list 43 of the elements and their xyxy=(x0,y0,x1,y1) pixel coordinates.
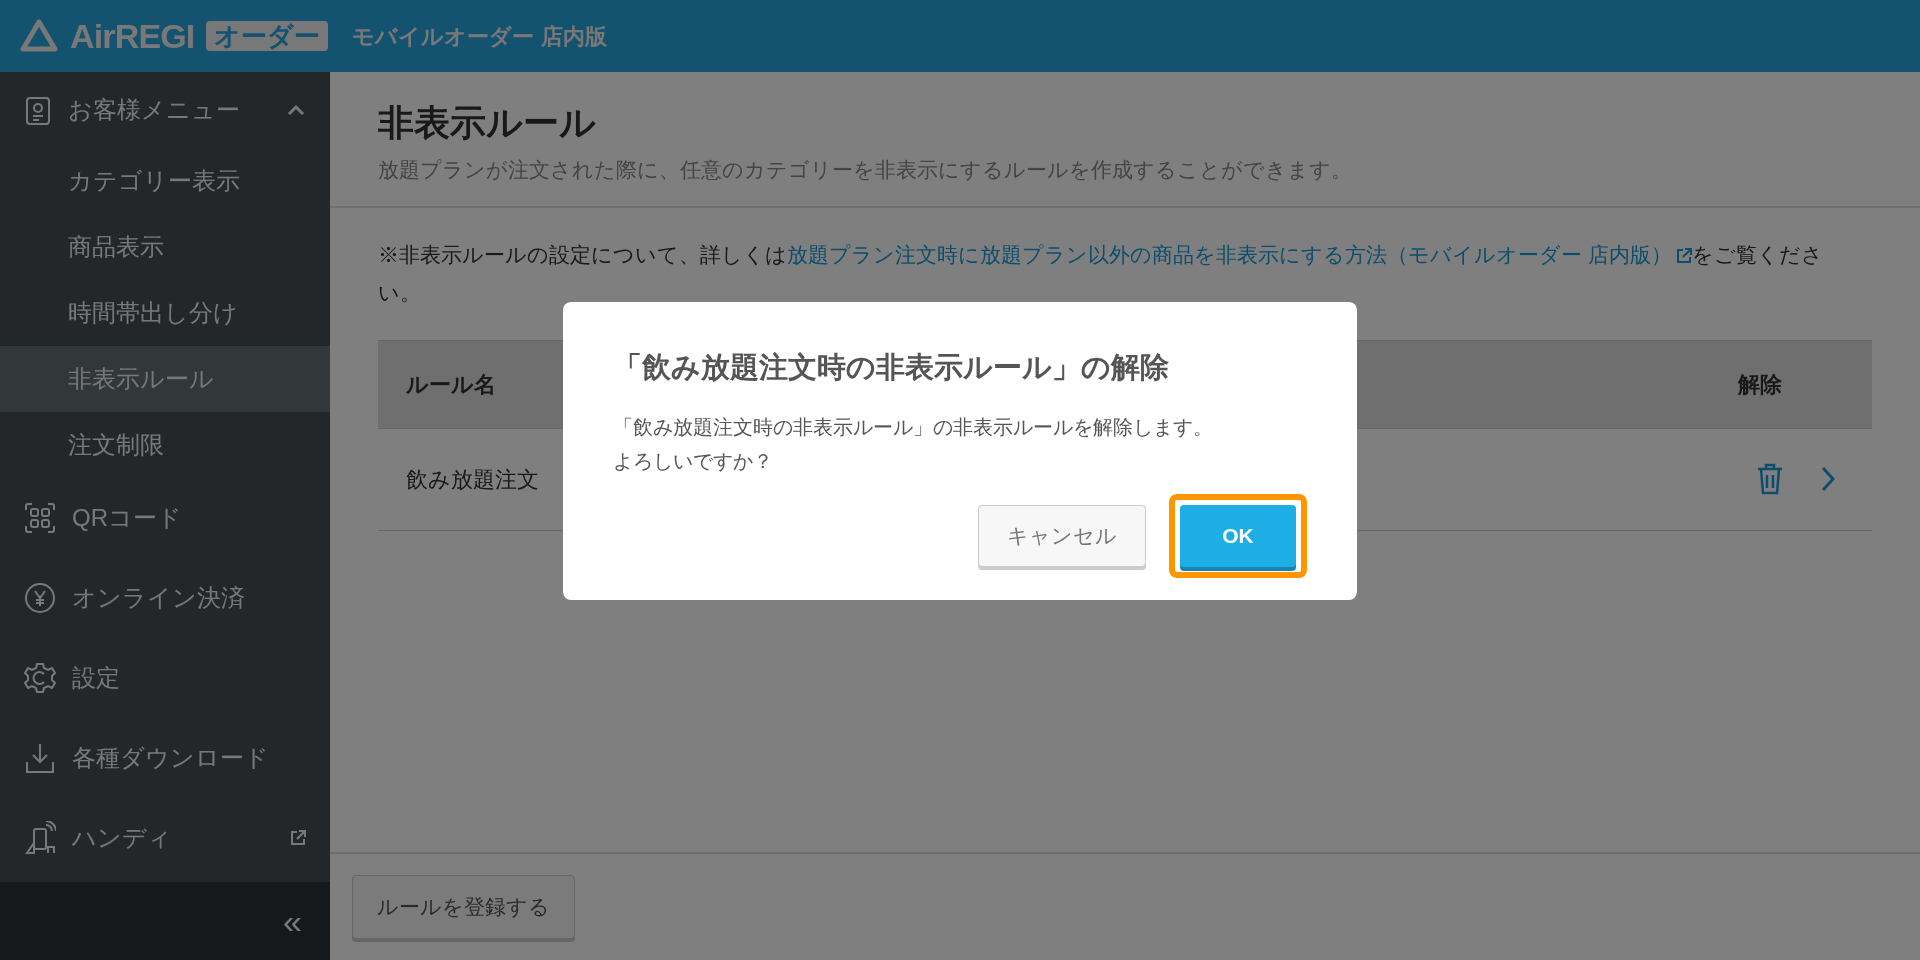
settings-icon xyxy=(24,662,56,694)
sidebar-group-label: お客様メニュー xyxy=(68,95,241,125)
dialog-title: 「飲み放題注文時の非表示ルール」の解除 xyxy=(613,350,1170,385)
sidebar-item-label: ハンディ xyxy=(72,823,173,853)
external-link-icon xyxy=(1675,247,1692,264)
page-subtitle: 放題プランが注文された際に、任意のカテゴリーを非表示にするルールを作成することができます。 xyxy=(378,157,1353,183)
chevron-right-icon[interactable] xyxy=(1820,465,1836,493)
product-name: モバイルオーダー 店内版 xyxy=(352,22,607,51)
sidebar-item[interactable]: ハンディ xyxy=(0,798,330,878)
page-title: 非表示ルール xyxy=(378,101,597,145)
sidebar-item-label: 設定 xyxy=(72,663,121,693)
dialog-message: よろしいですか？ xyxy=(613,448,774,474)
sidebar-group[interactable]: お客様メニュー xyxy=(0,72,330,148)
trash-icon[interactable] xyxy=(1756,462,1784,496)
logo-badge: オーダー xyxy=(206,21,329,51)
column-header: ルール名 xyxy=(406,370,496,399)
table-cell-text: 飲み放題注文 xyxy=(406,465,539,494)
sidebar-item[interactable]: 設定 xyxy=(0,638,330,718)
sidebar-item-label: QRコード xyxy=(72,503,183,533)
dialog-message: 「飲み放題注文時の非表示ルール」の非表示ルールを解除します。 xyxy=(613,414,1214,440)
sidebar-item[interactable]: 時間帯出し分け xyxy=(0,280,330,346)
sidebar-item[interactable]: 非表示ルール xyxy=(0,346,330,412)
sidebar-item[interactable]: オンライン決済 xyxy=(0,558,330,638)
help-link[interactable]: 放題プラン注文時に放題プラン以外の商品を非表示にする方法（モバイルオーダー 店内版） xyxy=(787,242,1692,266)
column-header: 解除 xyxy=(1738,370,1782,399)
sidebar-item[interactable]: 商品表示 xyxy=(0,214,330,280)
sidebar-item[interactable]: QRコード xyxy=(0,478,330,558)
logo-icon xyxy=(20,18,58,54)
sidebar-item-label: 各種ダウンロード xyxy=(72,743,270,773)
handheld-device-icon xyxy=(24,821,56,855)
cancel-button[interactable]: キャンセル xyxy=(978,504,1146,567)
sidebar-item[interactable]: カテゴリー表示 xyxy=(0,148,330,214)
download-icon xyxy=(24,742,56,774)
document-icon xyxy=(24,94,52,126)
register-rule-button[interactable]: ルールを登録する xyxy=(352,875,575,939)
sidebar-item[interactable]: 注文制限 xyxy=(0,412,330,478)
logo-text: AirREGI xyxy=(70,15,195,57)
collapse-button[interactable]: « xyxy=(283,904,302,938)
sidebar-item[interactable]: 各種ダウンロード xyxy=(0,718,330,798)
yen-coin-icon xyxy=(24,582,56,614)
chevron-up-icon xyxy=(286,104,306,116)
qr-code-icon xyxy=(24,502,56,534)
sidebar-item-label: オンライン決済 xyxy=(72,583,246,613)
